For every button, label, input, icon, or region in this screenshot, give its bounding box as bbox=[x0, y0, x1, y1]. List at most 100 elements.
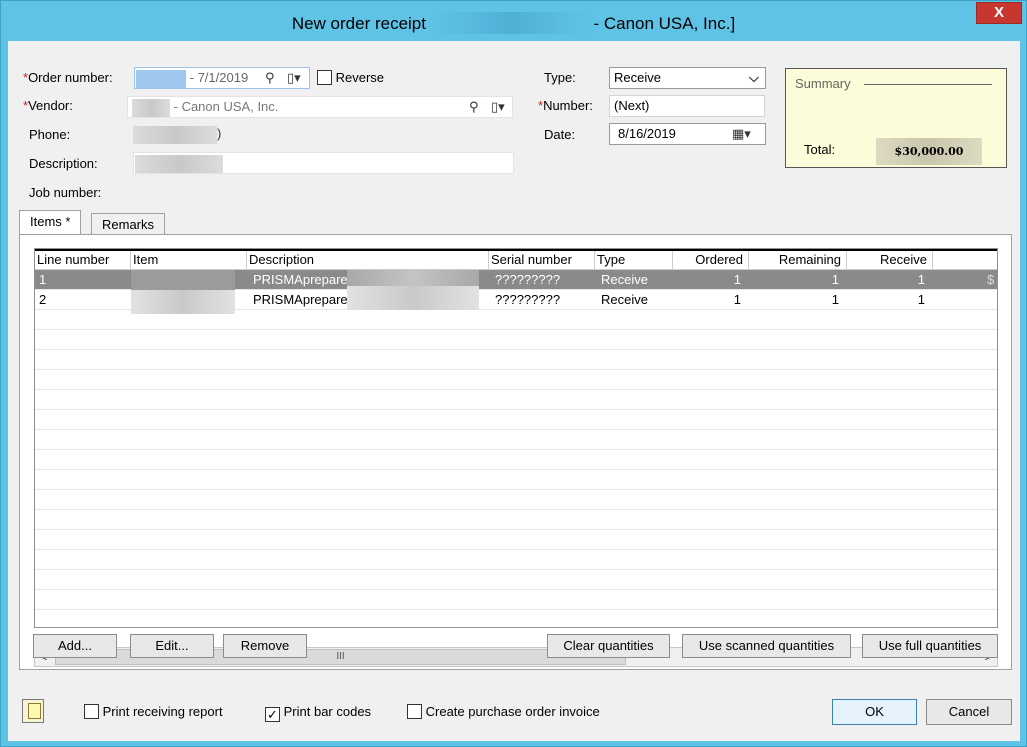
cell-overflow: $ bbox=[987, 272, 995, 287]
empty-grid-row bbox=[35, 510, 997, 530]
create-purchase-order-invoice-label: Create purchase order invoice bbox=[425, 704, 600, 719]
clear-quantities-button[interactable]: Clear quantities bbox=[547, 634, 670, 658]
summary-total-label: Total: bbox=[804, 142, 836, 157]
vendor-field[interactable]: - Canon USA, Inc. bbox=[127, 96, 513, 118]
tab-items[interactable]: Items * bbox=[19, 210, 82, 237]
create-purchase-order-invoice-checkbox[interactable] bbox=[407, 704, 422, 719]
print-receiving-report-label: Print receiving report bbox=[102, 704, 223, 719]
empty-grid-row bbox=[35, 430, 997, 450]
cell-ordered: 1 bbox=[733, 272, 741, 287]
calendar-icon[interactable]: ▦▾ bbox=[732, 124, 751, 144]
window-title: New order receipt - Canon USA, Inc.] bbox=[1, 12, 1026, 34]
phone-value: ) bbox=[133, 123, 221, 145]
order-lookup-icon[interactable]: ▯▾ bbox=[287, 68, 301, 88]
order-number-label: *Order number: bbox=[23, 70, 113, 85]
type-select[interactable]: Receive bbox=[609, 67, 766, 89]
column-header-remaining[interactable]: Remaining bbox=[749, 251, 847, 270]
cell-description: PRISMAprepare bbox=[253, 272, 348, 287]
empty-grid-row bbox=[35, 610, 997, 627]
column-header-item[interactable]: Item bbox=[131, 251, 247, 270]
reverse-checkbox[interactable] bbox=[317, 70, 332, 85]
empty-grid-row bbox=[35, 330, 997, 350]
print-receiving-report-option[interactable]: Print receiving report bbox=[84, 704, 223, 719]
date-value: 8/16/2019 bbox=[618, 126, 676, 141]
empty-grid-row bbox=[35, 370, 997, 390]
column-header-description[interactable]: Description bbox=[247, 251, 489, 270]
remove-button[interactable]: Remove bbox=[223, 634, 307, 658]
number-label-text: Number: bbox=[543, 98, 593, 113]
print-receiving-report-checkbox[interactable] bbox=[84, 704, 99, 719]
phone-redacted bbox=[133, 125, 217, 144]
type-value: Receive bbox=[614, 70, 661, 85]
cell-line-number: 1 bbox=[39, 272, 47, 287]
dialog-window: New order receipt - Canon USA, Inc.] X *… bbox=[0, 0, 1027, 747]
column-header-line-number[interactable]: Line number bbox=[35, 251, 131, 270]
cell-serial-number: ????????? bbox=[495, 272, 561, 287]
description-field[interactable] bbox=[133, 152, 514, 174]
column-header-overflow bbox=[933, 251, 997, 270]
column-header-type[interactable]: Type bbox=[595, 251, 673, 270]
cell-remaining: 1 bbox=[831, 292, 839, 307]
print-bar-codes-option[interactable]: ✓ Print bar codes bbox=[265, 704, 371, 722]
description-label: Description: bbox=[29, 156, 98, 171]
cancel-button[interactable]: Cancel bbox=[926, 699, 1012, 725]
items-grid[interactable]: Line number Item Description Serial numb… bbox=[34, 248, 998, 628]
print-bar-codes-checkbox[interactable]: ✓ bbox=[265, 707, 280, 722]
cell-serial-number: ????????? bbox=[495, 292, 561, 307]
cell-remaining: 1 bbox=[831, 272, 839, 287]
vendor-redacted bbox=[132, 98, 170, 117]
cell-ordered: 1 bbox=[733, 292, 741, 307]
cell-receive: 1 bbox=[917, 272, 925, 287]
summary-divider bbox=[864, 84, 992, 85]
cell-item-redacted bbox=[131, 270, 235, 290]
use-scanned-quantities-button[interactable]: Use scanned quantities bbox=[682, 634, 851, 658]
cell-type: Receive bbox=[601, 292, 648, 307]
vendor-lookup-icon[interactable]: ▯▾ bbox=[491, 97, 505, 117]
document-icon[interactable] bbox=[22, 699, 44, 723]
close-button[interactable]: X bbox=[976, 2, 1022, 24]
vendor-label: *Vendor: bbox=[23, 98, 73, 113]
type-dropdown-icon[interactable]: ⌵ bbox=[749, 68, 759, 88]
dialog-body: *Order number: - 7/1/2019 ⚲ ▯▾ Reverse *… bbox=[8, 41, 1020, 741]
job-number-label: Job number: bbox=[29, 185, 102, 200]
title-suffix: - Canon USA, Inc.] bbox=[593, 14, 736, 33]
title-bar: New order receipt - Canon USA, Inc.] X bbox=[1, 1, 1026, 41]
phone-value-text: ) bbox=[217, 126, 222, 141]
table-row[interactable]: 1 PRISMAprepare ????????? Receive 1 1 1 … bbox=[35, 270, 997, 290]
edit-button[interactable]: Edit... bbox=[130, 634, 214, 658]
create-purchase-order-invoice-option[interactable]: Create purchase order invoice bbox=[407, 704, 600, 719]
empty-grid-row bbox=[35, 390, 997, 410]
reverse-option[interactable]: Reverse bbox=[317, 70, 384, 85]
print-bar-codes-label: Print bar codes bbox=[283, 704, 372, 719]
column-header-receive[interactable]: Receive bbox=[847, 251, 933, 270]
order-number-highlight bbox=[136, 69, 186, 88]
empty-grid-row bbox=[35, 490, 997, 510]
order-number-field[interactable]: - 7/1/2019 bbox=[134, 67, 310, 89]
cell-receive: 1 bbox=[917, 292, 925, 307]
number-value: (Next) bbox=[614, 98, 650, 113]
empty-grid-row bbox=[35, 470, 997, 490]
empty-grid-row bbox=[35, 350, 997, 370]
summary-panel: Summary Total: $30,000.00 bbox=[785, 68, 1007, 168]
order-number-value: - 7/1/2019 bbox=[189, 70, 249, 85]
column-header-ordered[interactable]: Ordered bbox=[673, 251, 749, 270]
order-number-label-text: Order number: bbox=[28, 70, 113, 85]
number-field[interactable]: (Next) bbox=[609, 95, 765, 117]
vendor-search-icon[interactable]: ⚲ bbox=[469, 97, 479, 117]
add-button[interactable]: Add... bbox=[33, 634, 117, 658]
cell-description-redacted bbox=[347, 286, 479, 310]
number-label: *Number: bbox=[538, 98, 593, 113]
cell-type: Receive bbox=[601, 272, 648, 287]
empty-grid-row bbox=[35, 450, 997, 470]
use-full-quantities-button[interactable]: Use full quantities bbox=[862, 634, 998, 658]
ok-button[interactable]: OK bbox=[832, 699, 917, 725]
empty-grid-row bbox=[35, 590, 997, 610]
title-prefix: New order receipt bbox=[291, 14, 426, 33]
summary-title: Summary bbox=[795, 76, 851, 91]
column-header-serial-number[interactable]: Serial number bbox=[489, 251, 595, 270]
table-row[interactable]: 2 PRISMAprepare ????????? Receive 1 1 1 bbox=[35, 286, 997, 314]
order-search-icon[interactable]: ⚲ bbox=[265, 68, 275, 88]
title-redacted-region bbox=[430, 12, 589, 34]
reverse-label: Reverse bbox=[335, 70, 385, 85]
vendor-label-text: Vendor: bbox=[28, 98, 73, 113]
